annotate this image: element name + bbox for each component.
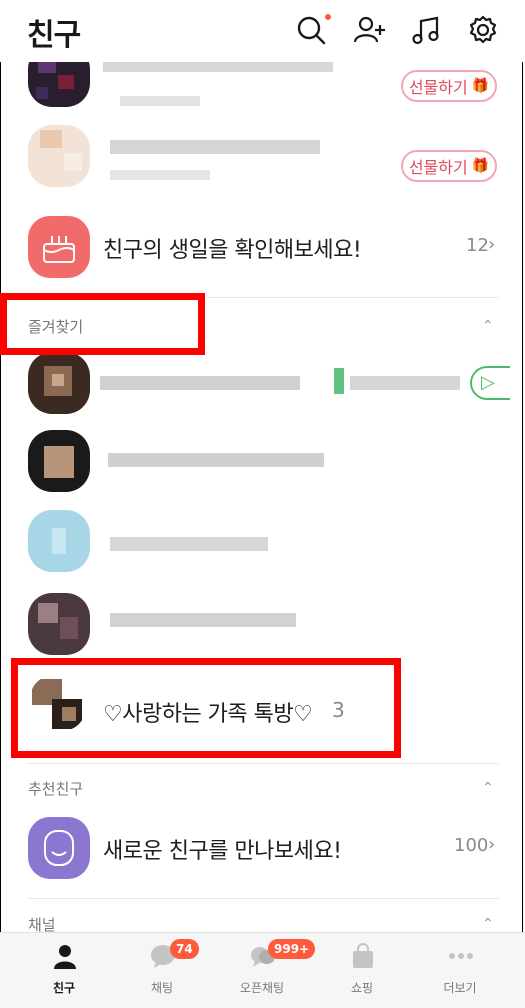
shopping-bag-icon <box>350 943 376 969</box>
recommended-count: 100 <box>454 835 489 856</box>
gift-button[interactable]: 선물하기 🎁 <box>401 70 497 102</box>
music-icon[interactable] <box>409 13 443 47</box>
tab-friends[interactable]: 친구 <box>14 933 114 1008</box>
highlight-box <box>0 293 205 355</box>
settings-icon[interactable] <box>466 13 500 47</box>
bottom-tab-bar: 친구 74 채팅 999+ 오픈채팅 쇼핑 더보기 <box>0 932 525 1008</box>
top-header: 친구 <box>0 0 525 62</box>
gift-button[interactable]: 선물하기 🎁 <box>401 150 497 182</box>
friend-avatar <box>28 593 90 655</box>
collapse-icon[interactable]: ⌃ <box>482 916 494 932</box>
favorite-friend-row[interactable] <box>0 505 525 585</box>
highlight-box <box>11 658 401 758</box>
friend-avatar <box>28 352 90 414</box>
smile-icon <box>28 817 90 879</box>
cake-icon <box>28 216 90 278</box>
favorite-friend-row[interactable] <box>0 350 525 425</box>
tab-label: 친구 <box>52 981 76 995</box>
collapse-icon[interactable]: ⌃ <box>482 780 494 796</box>
notification-dot <box>325 14 331 20</box>
chevron-right-icon: › <box>488 834 496 855</box>
recommended-section-title: 추천친구 <box>28 780 84 798</box>
friend-avatar <box>28 430 90 492</box>
page-title: 친구 <box>27 18 81 53</box>
gift-icon: 🎁 <box>471 158 490 174</box>
tab-open-chat[interactable]: 999+ 오픈채팅 <box>212 933 316 1008</box>
play-icon: ▷ <box>481 372 495 393</box>
chevron-right-icon: › <box>488 234 496 255</box>
person-icon <box>52 943 78 969</box>
birthday-count: 12 <box>466 235 489 256</box>
play-button[interactable]: ▷ <box>470 366 510 400</box>
tab-chats[interactable]: 74 채팅 <box>112 933 212 1008</box>
tab-label: 더보기 <box>443 981 477 995</box>
friend-avatar <box>28 510 90 572</box>
gift-button-label: 선물하기 <box>408 78 468 97</box>
divider <box>27 763 499 764</box>
gift-button-label: 선물하기 <box>408 158 468 177</box>
divider <box>27 898 499 899</box>
tab-label: 쇼핑 <box>350 981 374 995</box>
open-chat-badge: 999+ <box>268 939 316 959</box>
recommended-label: 새로운 친구를 만나보세요! <box>103 839 342 864</box>
collapse-icon[interactable]: ⌃ <box>482 318 494 334</box>
tab-shopping[interactable]: 쇼핑 <box>312 933 412 1008</box>
tab-more[interactable]: 더보기 <box>410 933 510 1008</box>
friend-avatar <box>28 125 90 187</box>
favorite-friend-row[interactable] <box>0 425 525 505</box>
birthday-label: 친구의 생일을 확인해보세요! <box>103 238 362 263</box>
favorite-friend-row[interactable] <box>0 585 525 660</box>
tab-label: 채팅 <box>150 981 174 995</box>
more-icon <box>448 943 474 969</box>
search-icon[interactable] <box>294 13 328 47</box>
gift-icon: 🎁 <box>471 78 490 94</box>
tab-label: 오픈채팅 <box>239 981 285 995</box>
friend-row[interactable]: 선물하기 🎁 <box>0 120 525 200</box>
add-friend-icon[interactable] <box>352 13 386 47</box>
chat-badge: 74 <box>170 939 199 959</box>
